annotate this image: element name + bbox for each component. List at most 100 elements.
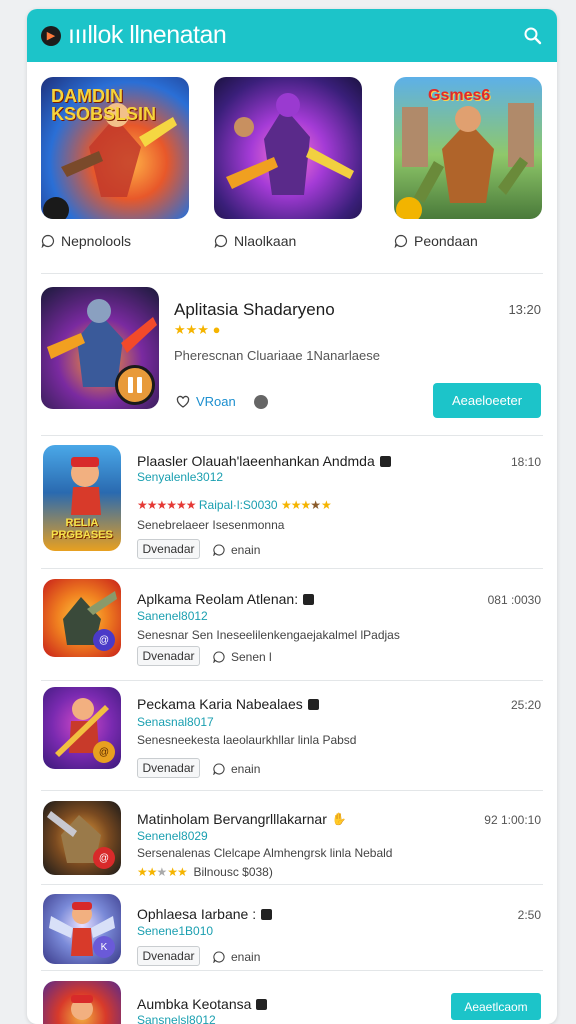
app-icon[interactable]: @ [43,579,121,657]
app-icon[interactable]: @ [43,687,121,769]
app-desc: Senebrelaeer Isesenmonna [137,518,285,532]
featured-art-3[interactable]: Gsmes6 [394,77,542,219]
list-item[interactable]: @ Matinholam Bervangrlllakarnar ✋ Senenel… [41,798,543,898]
search-icon[interactable] [523,26,543,46]
app-icon[interactable]: RELIA PRGBASES [43,445,121,551]
top-bar: ▶ ıııllok llnenatan [27,9,557,62]
ad-badge-icon [307,698,319,710]
featured-card-2[interactable]: Nlaolkaan [214,77,362,249]
featured-art-title-1: DAMDIN KSOBSLSIN [51,86,157,124]
open-button[interactable]: Dvenadar [137,539,200,559]
featured-art-1[interactable]: DAMDIN KSOBSLSIN [41,77,189,219]
hero-app-time: 13:20 [508,302,541,317]
divider [41,790,543,791]
open-button[interactable]: Dvenadar [137,758,200,778]
app-icon[interactable]: @ [43,801,121,875]
featured-label-1: Nepnolools [61,233,132,249]
divider [41,568,543,569]
hero-app-stars: ★★★ ● [174,322,221,337]
app-meta: enain [213,950,260,964]
app-corner-badge: @ [93,847,115,869]
featured-card-3[interactable]: Gsmes6 Peondaan [394,77,542,249]
app-developer: Senenel8029 [137,829,208,843]
app-rating: ★★★★★★ Raipal·l:S0030 ★★★★★ [137,498,332,512]
app-name[interactable]: Aumbka Keotansa [137,996,268,1012]
app-name[interactable]: Peckama Karia Nabealaes [137,696,319,712]
ad-badge-icon [303,593,315,605]
featured-badge-3 [396,197,422,219]
app-time: 92 1:00:10 [484,813,541,827]
app-rating-text: Raipal·l:S0030 [198,498,278,512]
hero-app-icon[interactable] [41,287,159,409]
featured-caption-1: Nepnolools [41,233,189,249]
app-developer: Sansnelsl8012 [137,1013,216,1024]
ad-badge-icon [256,998,268,1010]
app-name-text: Aumbka Keotansa [137,996,252,1012]
hero-app-desc: Pherescnan Cluariaae 1Nanarlaese [174,348,380,363]
app-corner-badge: @ [93,741,115,763]
app-name-text: Peckama Karia Nabealaes [137,696,303,712]
app-name[interactable]: Aplkama Reolam Atlenan: [137,591,315,607]
app-icon[interactable] [43,981,121,1024]
app-meta-text: enain [231,543,261,557]
app-name[interactable]: Ophlaesa Iarbane : [137,906,273,922]
pause-icon[interactable] [115,365,155,405]
featured-art-2[interactable] [214,77,362,219]
app-rating-text: Bilnousc $038) [193,865,273,879]
app-name[interactable]: Plaasler Olauah'laeenhankan Andmda [137,453,391,469]
app-name-text: Matinholam Bervangrlllakarnar [137,811,327,827]
list-item[interactable]: @ Peckama Karia Nabealaes Senasnal8017 S… [41,687,543,797]
app-meta-text: enain [231,762,261,776]
app-name-text: Ophlaesa Iarbane : [137,906,257,922]
featured-label-3: Peondaan [414,233,478,249]
chat-bubble-icon [41,234,55,248]
chat-bubble-icon [213,763,225,775]
chevron-down-icon[interactable] [254,395,268,409]
featured-art-title-3: Gsmes6 [428,87,491,104]
divider [41,680,543,681]
app-developer: Senasnal8017 [137,715,214,729]
chat-bubble-icon [213,951,225,963]
hero-likes[interactable]: VRoan [176,394,236,409]
app-icon[interactable]: K [43,894,121,964]
featured-caption-3: Peondaan [394,233,542,249]
hand-icon: ✋ [331,812,347,826]
hero-app[interactable]: Aplitasia Shadaryeno 13:20 ★★★ ● Pheresc… [41,287,543,427]
open-button[interactable]: Dvenadar [137,646,200,666]
app-time: 18:10 [510,455,541,469]
app-developer: Senyalenle3012 [137,470,224,484]
app-meta: Senen l [213,650,272,664]
app-name[interactable]: Matinholam Bervangrlllakarnar ✋ [137,811,347,827]
app-time: 081 :0030 [487,593,541,607]
app-meta: enain [213,762,260,776]
app-name-text: Aplkama Reolam Atlenan: [137,591,299,607]
ad-badge-icon [379,455,391,467]
install-button[interactable]: Aeaetlcaom [451,993,541,1020]
play-logo-icon[interactable]: ▶ [41,25,61,46]
hero-install-button[interactable]: Aeaeloeeter [433,383,541,418]
app-meta-text: Senen l [231,650,272,664]
chat-bubble-icon [213,651,225,663]
ad-badge-icon [261,908,273,920]
store-title: ıııllok llnenatan [68,21,227,49]
featured-card-1[interactable]: DAMDIN KSOBSLSIN Nepnolools [41,77,189,249]
list-item[interactable]: RELIA PRGBASES Plaasler Olauah'laeenhank… [41,443,543,563]
app-corner-badge: K [93,936,115,958]
hero-app-name[interactable]: Aplitasia Shadaryeno [174,300,335,320]
app-desc: Senesneekesta laeolaurkhllar linla Pabsd [137,733,357,747]
app-store-panel: ▶ ıııllok llnenatan DAMDIN KSOBSLSIN Nep [27,9,557,1024]
featured-label-2: Nlaolkaan [234,233,297,249]
app-meta-text: enain [231,950,261,964]
app-developer: Sanenel8012 [137,609,208,623]
app-desc: Sersenalenas Clelcape Almhengrsk linla N… [137,846,393,860]
list-item[interactable]: Aumbka Keotansa Sansnelsl8012 Aeaetlcaom [41,975,543,1024]
list-item[interactable]: K Ophlaesa Iarbane : Senene1B010 Dvenada… [41,892,543,982]
list-item[interactable]: @ Aplkama Reolam Atlenan: Sanenel8012 Se… [41,575,543,685]
open-button[interactable]: Dvenadar [137,946,200,966]
divider [41,273,543,274]
app-time: 25:20 [510,698,541,712]
divider [41,435,543,436]
app-corner-badge: @ [93,629,115,651]
app-rating: ★★★★★ Bilnousc $038) [137,865,273,879]
featured-caption-2: Nlaolkaan [214,233,362,249]
